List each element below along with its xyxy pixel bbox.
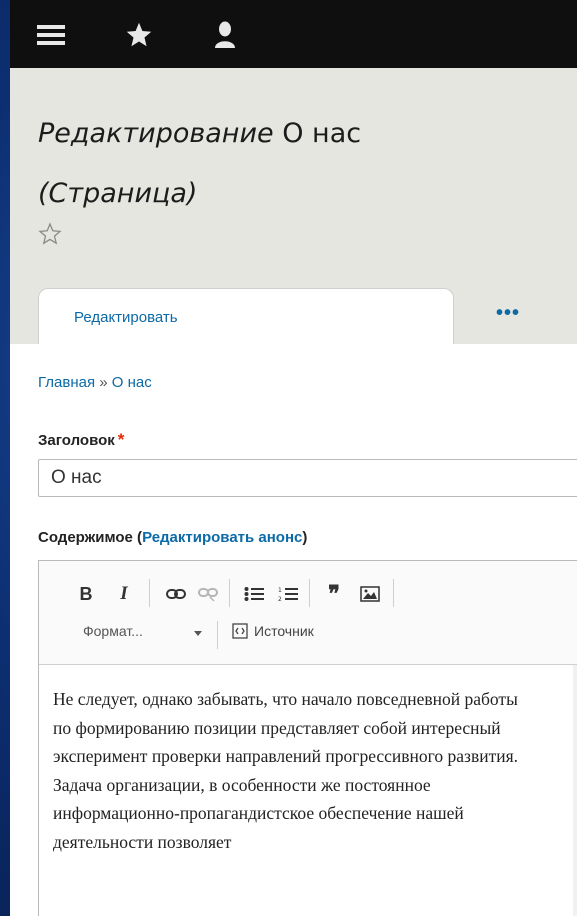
editor-content-area[interactable]: Не следует, однако забывать, что начало … [39, 665, 577, 916]
editor-toolbar: B I 12 ❞ Формат... Источник [39, 561, 577, 665]
format-dropdown[interactable]: Формат... [83, 623, 143, 639]
more-icon: ••• [496, 302, 521, 324]
link-icon[interactable] [165, 581, 187, 607]
main-content: Главная » О нас Заголовок * О нас Содержи… [10, 344, 577, 916]
tabs: Редактировать ••• [10, 288, 577, 344]
breadcrumb: Главная » О нас [38, 374, 152, 391]
admin-toolbar [10, 0, 577, 68]
rich-text-editor: B I 12 ❞ Формат... Источник Не следует, … [38, 560, 577, 916]
user-icon[interactable] [208, 20, 242, 50]
tab-edit[interactable]: Редактировать [38, 288, 454, 344]
tab-edit-label: Редактировать [74, 309, 178, 326]
page-title: Редактирование О нас [38, 116, 361, 152]
toolbar-separator [149, 579, 150, 607]
source-button[interactable]: Источник [232, 623, 314, 639]
numbered-list-icon[interactable]: 12 [277, 581, 299, 607]
browser-frame: Редактирование О нас (Страница) Редактир… [10, 0, 577, 916]
breadcrumb-home[interactable]: Главная [38, 374, 95, 391]
bold-button[interactable]: B [77, 581, 95, 607]
bullet-list-icon[interactable] [243, 581, 265, 607]
required-mark: * [117, 430, 125, 449]
star-outline-icon[interactable] [38, 222, 62, 246]
title-input[interactable]: О нас [38, 459, 577, 497]
svg-text:2: 2 [278, 596, 282, 602]
source-label: Источник [254, 623, 314, 639]
image-icon[interactable] [359, 581, 381, 607]
source-icon [232, 623, 248, 639]
blockquote-icon[interactable]: ❞ [323, 581, 345, 607]
italic-button[interactable]: I [115, 581, 133, 607]
toolbar-separator [393, 579, 394, 607]
menu-icon[interactable] [34, 20, 68, 50]
breadcrumb-current[interactable]: О нас [112, 374, 152, 391]
tab-more-button[interactable]: ••• [454, 288, 577, 344]
page-header: Редактирование О нас (Страница) [10, 68, 577, 288]
body-label: Содержимое (Редактировать анонс) [38, 529, 308, 546]
toolbar-separator [229, 579, 230, 607]
page-title-line2: (Страница) [38, 178, 198, 209]
toolbar-separator [309, 579, 310, 607]
svg-text:1: 1 [278, 587, 282, 594]
page-title-rest: О нас [273, 118, 362, 149]
page-title-italic: Редактирование [38, 118, 274, 149]
star-icon[interactable] [122, 20, 156, 50]
toolbar-separator [217, 621, 218, 649]
title-label: Заголовок * [38, 430, 125, 449]
breadcrumb-separator: » [99, 374, 108, 391]
editor-scrollbar[interactable] [573, 665, 577, 916]
chevron-down-icon[interactable] [194, 631, 202, 636]
edit-summary-link[interactable]: Редактировать анонс [142, 529, 302, 546]
unlink-icon[interactable] [197, 581, 219, 607]
